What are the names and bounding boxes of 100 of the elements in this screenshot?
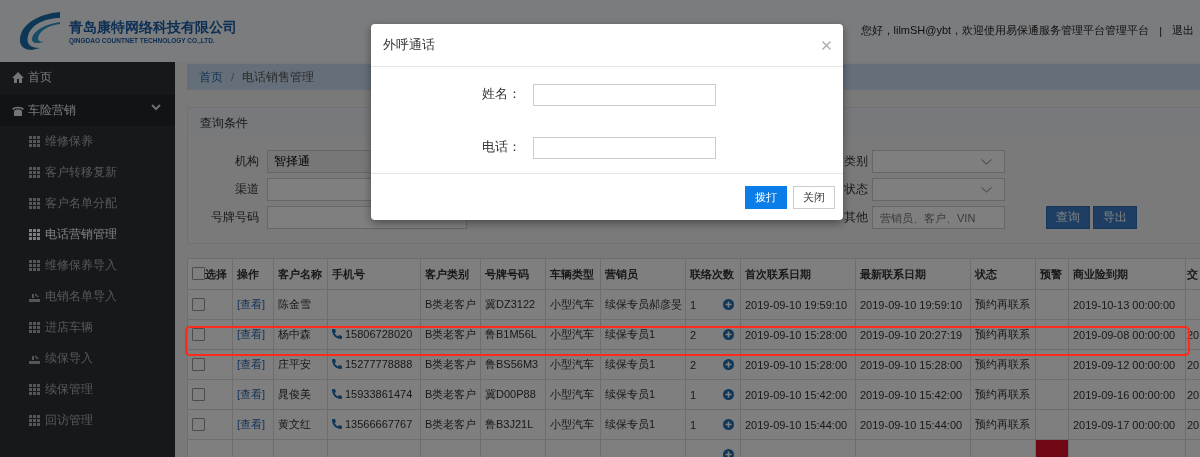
column-header: 最新联系日期 (855, 258, 971, 290)
column-header: 首次联系日期 (740, 258, 856, 290)
breadcrumb-link[interactable]: 首页 (199, 69, 223, 85)
table-cell: 2019-09-10 15:44:00 (855, 409, 971, 440)
table-cell: 续保专员1 (600, 409, 686, 440)
close-icon[interactable] (822, 40, 831, 50)
dial-button[interactable]: 拨打 (745, 185, 787, 209)
row-checkbox[interactable] (192, 298, 205, 311)
nav-subitem[interactable]: 维修保养导入 (0, 250, 175, 281)
plus-circle-icon[interactable] (723, 419, 734, 430)
query-button[interactable]: 查询 (1046, 206, 1090, 229)
phone-icon (332, 329, 342, 339)
column-header: 车辆类型 (545, 258, 601, 290)
table-cell: 2 (690, 328, 697, 341)
table-cell: 预约再联系 (970, 319, 1036, 350)
plus-circle-icon[interactable] (723, 329, 734, 340)
chevron-down-icon (151, 104, 161, 111)
table-cell: 2 (690, 358, 697, 371)
field-label: 姓名： (481, 86, 522, 103)
table-cell: 续保专员1 (600, 319, 686, 350)
separator-text: | (1159, 24, 1162, 37)
input-field[interactable] (533, 136, 716, 159)
select-field[interactable] (872, 178, 1005, 201)
nav-subitem[interactable]: 进店车辆 (0, 312, 175, 343)
input-field[interactable] (533, 83, 716, 106)
table-cell: 2019-09-12 00:00:00 (1068, 349, 1186, 380)
nav-subitem[interactable]: 客户名单分配 (0, 188, 175, 219)
grid-icon (29, 167, 40, 178)
column-header: 操作 (232, 258, 274, 290)
table-cell: 2019-09-10 19:59:10 (740, 289, 856, 320)
table-cell: 小型汽车 (545, 319, 601, 350)
column-header: 营销员 (600, 258, 686, 290)
plus-circle-icon[interactable] (723, 299, 734, 310)
nav-subitem[interactable]: 维修保养 (0, 126, 175, 157)
table-cell: 晁俊美 (273, 379, 328, 410)
nav-subitem[interactable]: 电销名单导入 (0, 281, 175, 312)
table-cell: 续保专员郝彦旻 (600, 289, 686, 320)
telephone-icon (12, 105, 24, 116)
table-cell: 2019-09-10 15:28:00 (740, 319, 856, 350)
column-header: 交 (1185, 258, 1200, 290)
search-field[interactable]: 营销员、客户、VIN (872, 206, 1005, 229)
column-header: 号牌号码 (480, 258, 546, 290)
breadcrumb-separator: / (231, 71, 235, 83)
grid-icon (29, 136, 40, 147)
grid-icon (29, 322, 40, 333)
logout-link[interactable]: 退出 (1172, 23, 1194, 38)
table-cell: 2019-09-08 00:00:00 (1068, 319, 1186, 350)
table-cell: 2019-10-13 00:00:00 (1068, 289, 1186, 320)
nav-subitem[interactable]: 客户转移复新 (0, 157, 175, 188)
grid-icon (29, 198, 40, 209)
nav-subitem[interactable]: 电话营销管理 (0, 219, 175, 250)
plus-circle-icon[interactable] (723, 449, 734, 457)
close-button[interactable]: 关闭 (793, 185, 835, 209)
dialog-title: 外呼通话 (383, 36, 435, 54)
field-label: 号牌号码 (210, 210, 259, 225)
table-cell: 陈金雪 (273, 289, 328, 320)
field-label: 状态 (843, 182, 868, 197)
select-field[interactable] (872, 150, 1005, 173)
upload-icon (29, 353, 40, 364)
chevron-down-icon (981, 158, 992, 165)
table-cell: 小型汽车 (545, 349, 601, 380)
panel-title: 查询条件 (200, 115, 248, 131)
table-cell: 2019-09-10 19:59:10 (855, 289, 971, 320)
row-checkbox[interactable] (192, 358, 205, 371)
column-header: 客户名称 (273, 258, 328, 290)
table-cell: 冀DZ3122 (480, 289, 546, 320)
nav-subitem[interactable]: 续保导入 (0, 343, 175, 374)
table-cell: 杨中森 (273, 319, 328, 350)
row-checkbox[interactable] (192, 388, 205, 401)
breadcrumb-current: 电话销售管理 (242, 69, 315, 85)
phone-icon (332, 389, 342, 399)
query-button[interactable]: 导出 (1093, 206, 1137, 229)
column-header: 商业险到期 (1068, 258, 1186, 290)
row-checkbox[interactable] (192, 328, 205, 341)
table-cell: 续保专员1 (600, 349, 686, 380)
table-cell: 1 (690, 298, 697, 311)
table-cell: 2019-09-10 15:44:00 (740, 409, 856, 440)
field-label: 机构 (234, 154, 259, 169)
table-cell: 预约再联系 (970, 379, 1036, 410)
company-name: 青岛康特网络科技有限公司 (69, 18, 237, 37)
table-cell: B类老客户 (420, 349, 481, 380)
nav-item[interactable]: 车险营销 (0, 95, 175, 126)
table-cell: B类老客户 (420, 379, 481, 410)
phone-icon (332, 419, 342, 429)
column-header: 状态 (970, 258, 1036, 290)
plus-circle-icon[interactable] (723, 359, 734, 370)
table-cell: B类老客户 (420, 319, 481, 350)
table-cell: 续保专员1 (600, 379, 686, 410)
table-cell: 庄平安 (273, 349, 328, 380)
field-label: 渠道 (234, 182, 259, 197)
row-checkbox[interactable] (192, 418, 205, 431)
field-label: 类别 (843, 154, 868, 169)
field-label: 电话： (481, 139, 522, 156)
table-cell: 2019-09-16 00:00:00 (1068, 379, 1186, 410)
table-cell: 鲁BS56M3 (480, 349, 546, 380)
table-cell: 2019-09-10 15:42:00 (740, 379, 856, 410)
table-cell: 冀D00P88 (480, 379, 546, 410)
nav-item[interactable]: 首页 (0, 62, 175, 93)
table-cell: 2019-09-17 00:00:00 (1068, 409, 1186, 440)
plus-circle-icon[interactable] (723, 389, 734, 400)
